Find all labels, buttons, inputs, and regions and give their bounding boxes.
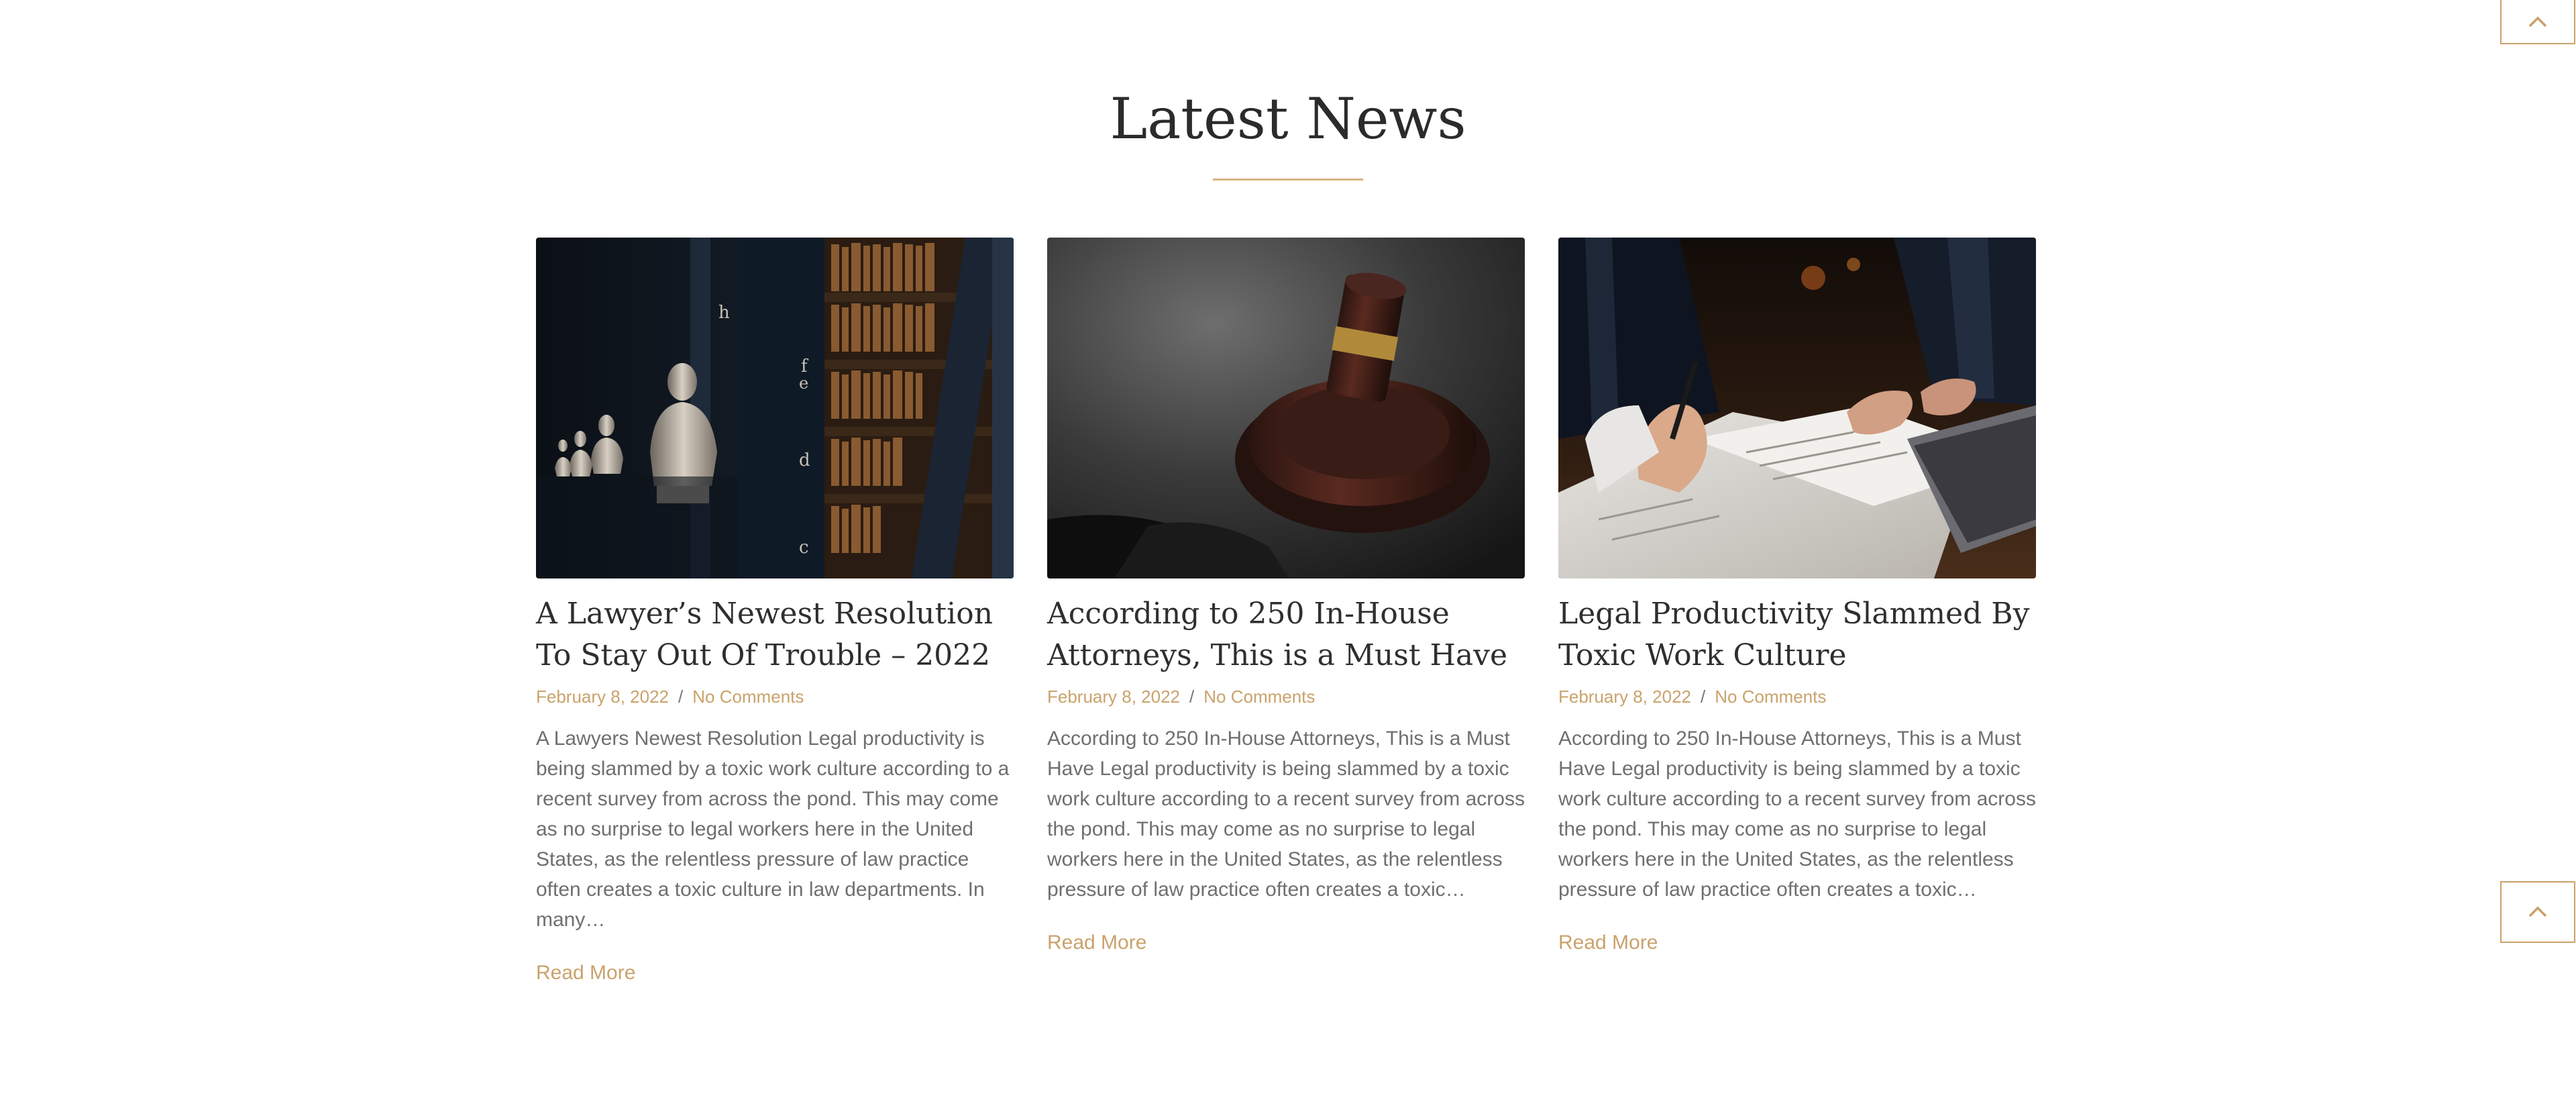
post-excerpt: A Lawyers Newest Resolution Legal produc…	[536, 727, 1010, 931]
svg-text:e: e	[799, 374, 808, 393]
post-meta: February 8, 2022 / No Comments	[1047, 685, 1525, 709]
post-date[interactable]: February 8, 2022	[1047, 687, 1180, 707]
scroll-to-top-button[interactable]	[2500, 0, 2575, 44]
read-more-link[interactable]: Read More	[536, 958, 635, 988]
post-thumbnail-law-library[interactable]: h f e d c	[536, 238, 1014, 578]
svg-text:h: h	[718, 303, 730, 323]
post-meta: February 8, 2022 / No Comments	[536, 685, 1014, 709]
post-excerpt: According to 250 In-House Attorneys, Thi…	[1558, 727, 2036, 901]
meta-separator: /	[1189, 687, 1195, 707]
post-comments-link[interactable]: No Comments	[692, 687, 804, 707]
post-thumbnail-contract[interactable]	[1558, 238, 2036, 578]
section-title: Latest News	[1110, 86, 1466, 152]
svg-text:d: d	[799, 450, 810, 470]
gavel-image	[1047, 238, 1525, 578]
post-title[interactable]: A Lawyer’s Newest Resolution To Stay Out…	[536, 593, 1014, 676]
post-comments-link[interactable]: No Comments	[1203, 687, 1315, 707]
meta-separator: /	[1701, 687, 1706, 707]
read-more-link[interactable]: Read More	[1047, 927, 1146, 958]
post-date[interactable]: February 8, 2022	[1558, 687, 1691, 707]
chevron-up-icon	[2528, 906, 2547, 917]
law-library-busts-image: h f e d c	[536, 238, 1014, 578]
post-meta: February 8, 2022 / No Comments	[1558, 685, 2036, 709]
post-comments-link[interactable]: No Comments	[1715, 687, 1826, 707]
post-title[interactable]: Legal Productivity Slammed By Toxic Work…	[1558, 593, 2036, 676]
post-title[interactable]: According to 250 In-House Attorneys, Thi…	[1047, 593, 1525, 676]
svg-text:c: c	[799, 538, 809, 558]
news-card: According to 250 In-House Attorneys, Thi…	[1047, 238, 1525, 958]
post-thumbnail-gavel[interactable]	[1047, 238, 1525, 578]
read-more-link[interactable]: Read More	[1558, 927, 1658, 958]
news-card: h f e d c A Lawyer’s Newest Resolution T…	[536, 238, 1014, 988]
post-excerpt: According to 250 In-House Attorneys, Thi…	[1047, 727, 1525, 901]
scroll-to-top-button[interactable]	[2500, 881, 2575, 943]
signing-contract-image	[1558, 238, 2036, 578]
meta-separator: /	[678, 687, 684, 707]
news-card: Legal Productivity Slammed By Toxic Work…	[1558, 238, 2036, 958]
title-divider	[1213, 179, 1363, 181]
chevron-up-icon	[2528, 16, 2547, 28]
post-date[interactable]: February 8, 2022	[536, 687, 669, 707]
